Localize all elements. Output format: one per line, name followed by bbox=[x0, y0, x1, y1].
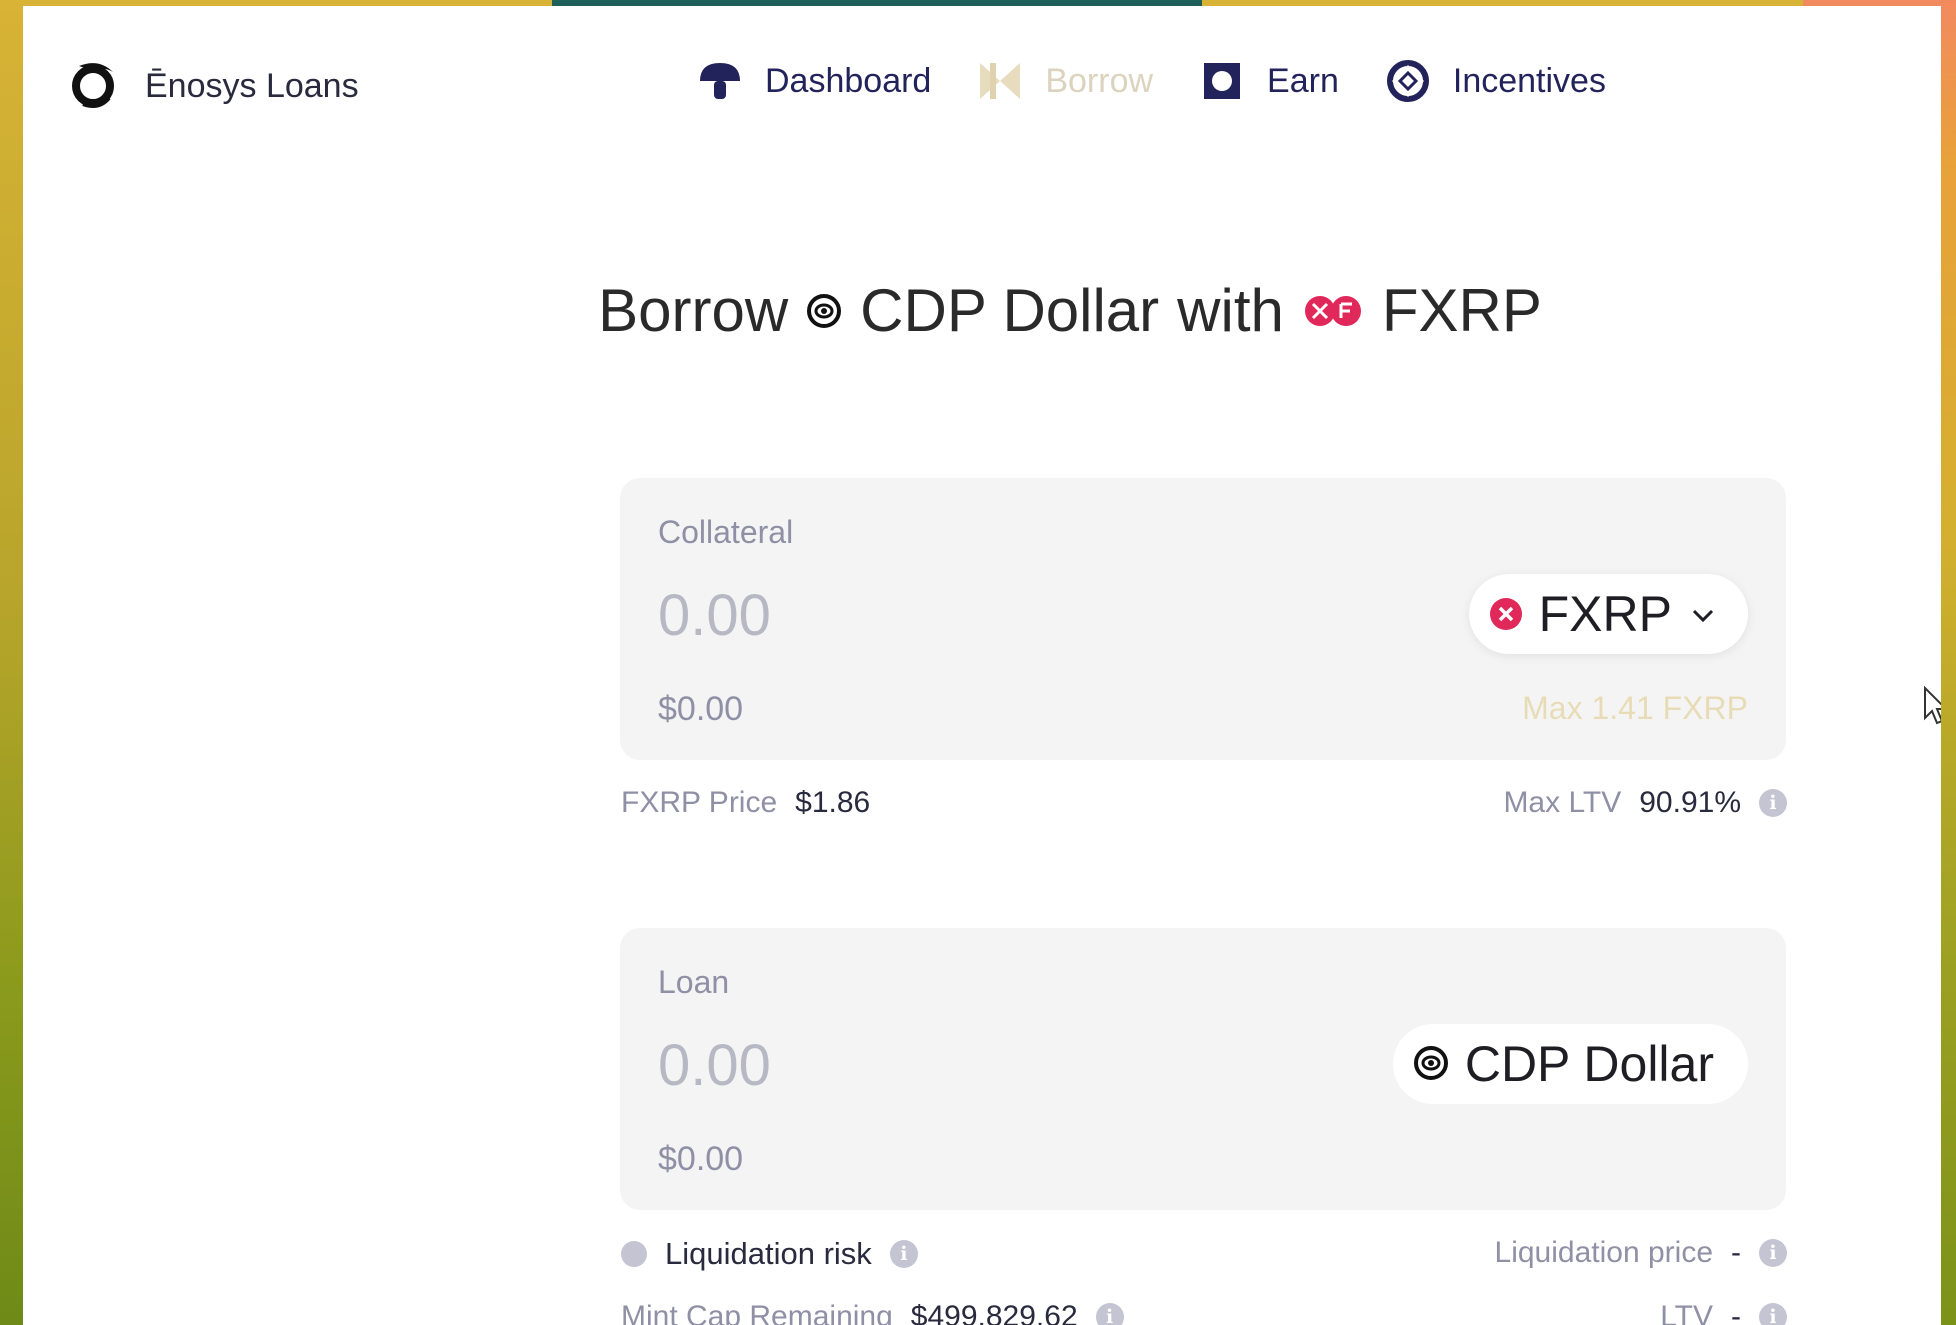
loan-token-display: CDP Dollar bbox=[1392, 1024, 1748, 1104]
fxrp-token-icon bbox=[1489, 585, 1523, 643]
nav-incentives[interactable]: Incentives bbox=[1385, 58, 1606, 104]
liquidation-price: Liquidation price - i bbox=[1495, 1236, 1787, 1270]
loan-risk-row: Liquidation risk i Liquidation price - i bbox=[621, 1236, 1787, 1276]
max-ltv-value: 90.91% bbox=[1639, 786, 1741, 819]
collateral-usd-value: $0.00 bbox=[658, 690, 744, 728]
loan-amount-input[interactable]: 0.00 bbox=[658, 1032, 771, 1099]
info-icon[interactable]: i bbox=[1095, 1303, 1124, 1325]
info-icon[interactable]: i bbox=[1759, 789, 1787, 817]
diamond-circle-icon bbox=[1385, 58, 1431, 104]
nav-incentives-label: Incentives bbox=[1452, 61, 1606, 100]
title-with: with bbox=[1177, 277, 1284, 344]
info-icon[interactable]: i bbox=[889, 1240, 918, 1268]
loan-cap-row: Mint Cap Remaining $499,829.62 i LTV - i bbox=[621, 1300, 1787, 1325]
collateral-meta-row: FXRP Price $1.86 Max LTV 90.91% i bbox=[621, 786, 1787, 826]
chevron-down-icon bbox=[1688, 585, 1718, 643]
nav-dashboard-label: Dashboard bbox=[765, 61, 932, 100]
fxrp-icon bbox=[1302, 293, 1364, 329]
title-borrow: Borrow bbox=[598, 277, 789, 344]
nav-borrow-label: Borrow bbox=[1045, 61, 1154, 100]
brand[interactable]: Ēnosys Loans bbox=[69, 58, 359, 115]
nav-earn[interactable]: Earn bbox=[1199, 58, 1339, 104]
mint-cap-value: $499,829.62 bbox=[910, 1300, 1078, 1325]
bowtie-icon bbox=[977, 58, 1023, 104]
nav-earn-label: Earn bbox=[1267, 61, 1339, 100]
nav-dashboard[interactable]: Dashboard bbox=[697, 58, 931, 104]
cdp-dollar-icon bbox=[806, 293, 842, 329]
page-title: Borrow CDP Dollar with FXRP bbox=[23, 276, 1941, 345]
risk-status-dot bbox=[621, 1241, 647, 1267]
nav-borrow[interactable]: Borrow bbox=[977, 58, 1153, 104]
main-nav: Dashboard Borrow Earn Incentives bbox=[697, 58, 1606, 104]
collateral-token-select[interactable]: FXRP bbox=[1468, 574, 1748, 654]
collateral-label: Collateral bbox=[658, 514, 794, 550]
liquidation-price-label: Liquidation price bbox=[1494, 1236, 1713, 1269]
title-collateral: FXRP bbox=[1381, 277, 1542, 344]
max-collateral-link[interactable]: Max 1.41 FXRP bbox=[1522, 690, 1748, 727]
info-icon[interactable]: i bbox=[1759, 1303, 1787, 1325]
info-icon[interactable]: i bbox=[1759, 1239, 1787, 1267]
mint-cap-remaining: Mint Cap Remaining $499,829.62 i bbox=[621, 1300, 1124, 1325]
ltv-label: LTV bbox=[1660, 1300, 1713, 1325]
max-ltv: Max LTV 90.91% i bbox=[1503, 786, 1787, 820]
brand-name: Ēnosys Loans bbox=[145, 67, 359, 105]
right-decorative-strip bbox=[1941, 0, 1956, 1325]
collateral-token-label: FXRP bbox=[1538, 586, 1672, 642]
liquidation-risk: Liquidation risk i bbox=[621, 1236, 918, 1272]
cdp-dollar-token-icon bbox=[1413, 1035, 1449, 1093]
loan-token-label: CDP Dollar bbox=[1464, 1036, 1714, 1092]
mushroom-icon bbox=[697, 58, 743, 104]
square-frame-icon bbox=[1199, 58, 1245, 104]
fxrp-price: FXRP Price $1.86 bbox=[621, 786, 870, 820]
loan-label: Loan bbox=[658, 964, 730, 1000]
max-ltv-label: Max LTV bbox=[1503, 786, 1622, 819]
loan-panel: Loan 0.00 $0.00 CDP Dollar bbox=[620, 928, 1786, 1210]
mint-cap-label: Mint Cap Remaining bbox=[621, 1300, 893, 1325]
liquidation-risk-label: Liquidation risk bbox=[665, 1236, 872, 1271]
app-page: Ēnosys Loans Dashboard Borrow Earn Incen… bbox=[23, 6, 1941, 1325]
collateral-amount-input[interactable]: 0.00 bbox=[658, 582, 771, 649]
collateral-panel: Collateral 0.00 $0.00 FXRP Max 1.41 FXRP bbox=[620, 478, 1786, 760]
ltv: LTV - i bbox=[1660, 1300, 1787, 1325]
title-stable: CDP Dollar bbox=[860, 277, 1160, 344]
fxrp-price-label: FXRP Price bbox=[621, 786, 778, 819]
enosys-swirl-logo-icon bbox=[69, 58, 117, 115]
ltv-value: - bbox=[1731, 1300, 1741, 1325]
mouse-cursor-icon bbox=[1923, 685, 1941, 731]
loan-usd-value: $0.00 bbox=[658, 1140, 744, 1178]
fxrp-price-value: $1.86 bbox=[795, 786, 871, 819]
liquidation-price-value: - bbox=[1731, 1236, 1741, 1269]
